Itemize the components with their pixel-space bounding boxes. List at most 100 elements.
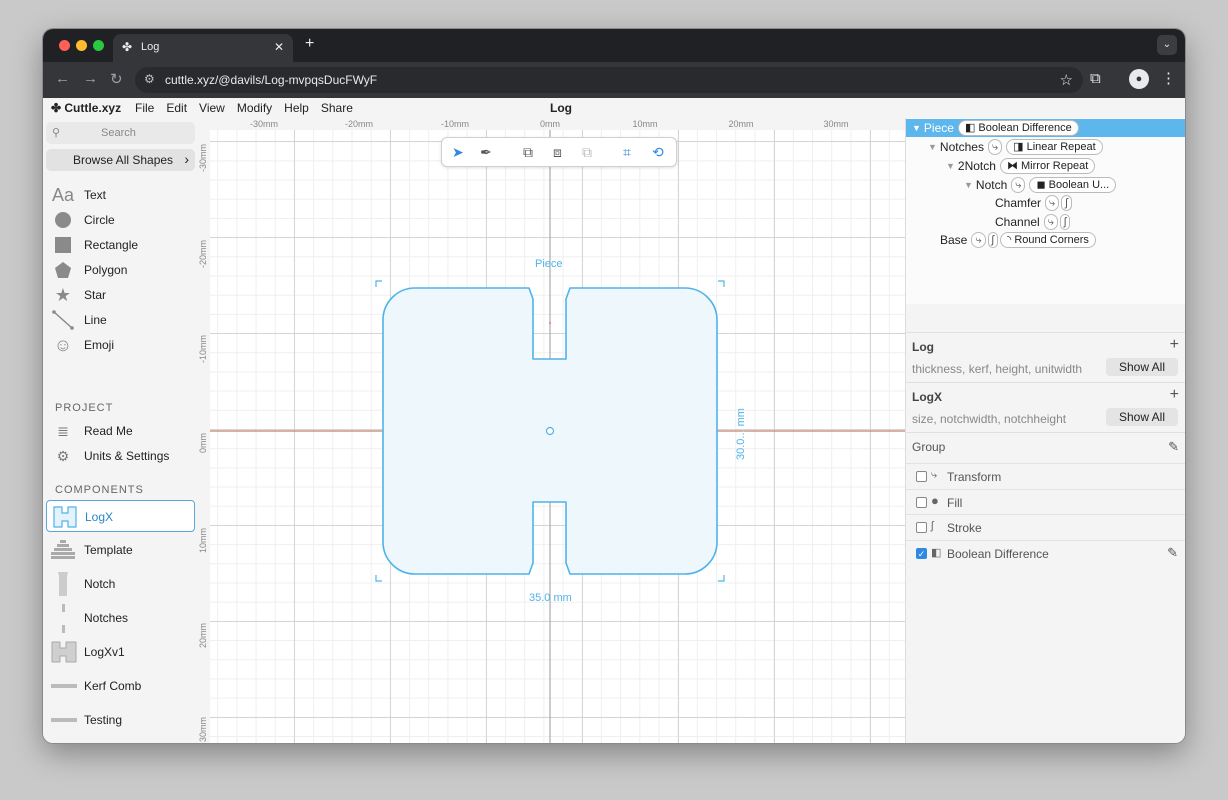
menu-share[interactable]: Share: [321, 101, 353, 115]
chevron-right-icon: ›: [184, 151, 189, 167]
project-item-units-settings[interactable]: ⚙ Units & Settings: [51, 445, 191, 467]
tab-title: Log: [141, 41, 160, 53]
transform-pill-icon[interactable]: ⤷: [1045, 195, 1060, 211]
pen-tool-icon[interactable]: ✒: [480, 144, 492, 161]
transform-pill-icon[interactable]: ⤷: [987, 139, 1003, 155]
property-transform[interactable]: ⤷ Transform: [906, 463, 1185, 488]
tree-row-channel[interactable]: Channel ⤷ ʃ: [995, 213, 1071, 231]
menu-help[interactable]: Help: [284, 101, 309, 115]
tab-search-button[interactable]: ⌄: [1157, 35, 1177, 55]
add-parameter-icon[interactable]: +: [1170, 386, 1179, 404]
address-bar-row: ← → ↻ ⚙ cuttle.xyz/@davils/Log-mvpqsDucF…: [43, 62, 1185, 98]
extensions-icon[interactable]: ⧉: [1090, 70, 1101, 87]
bookmark-star-icon[interactable]: ☆: [1060, 71, 1073, 89]
search-input[interactable]: ⚲ Search: [46, 122, 195, 144]
add-parameter-icon[interactable]: +: [1170, 336, 1179, 354]
menu-modify[interactable]: Modify: [237, 101, 272, 115]
component-notch[interactable]: Notch: [46, 568, 195, 600]
property-boolean-difference[interactable]: ✓ ◧ Boolean Difference ✎: [906, 540, 1185, 565]
ruler-tick-label: -10mm: [198, 334, 208, 363]
browse-all-shapes-button[interactable]: Browse All Shapes ›: [46, 149, 195, 171]
origin-handle[interactable]: [545, 426, 555, 436]
shape-item-polygon[interactable]: Polygon: [51, 259, 191, 281]
site-settings-icon[interactable]: ⚙: [144, 72, 155, 86]
arrange-icon[interactable]: ⧉: [582, 144, 592, 161]
group-section: Group ✎: [906, 432, 1185, 462]
transform-pill-icon[interactable]: ⤷: [971, 232, 986, 248]
stroke-checkbox[interactable]: [916, 522, 927, 533]
stroke-pill-icon[interactable]: ʃ: [1059, 214, 1071, 230]
new-tab-button[interactable]: +: [305, 35, 314, 53]
url-field[interactable]: ⚙ cuttle.xyz/@davils/Log-mvpqsDucFWyF ☆: [135, 67, 1083, 93]
round-corners-pill[interactable]: ◝ Round Corners: [999, 232, 1096, 248]
ruler-tick-label: 30mm: [823, 119, 849, 129]
profile-avatar-icon[interactable]: ●: [1129, 69, 1149, 89]
tree-row-2notch[interactable]: ▼ 2Notch ⧓ Mirror Repeat: [946, 157, 1096, 175]
menu-file[interactable]: File: [135, 101, 154, 115]
menu-edit[interactable]: Edit: [166, 101, 187, 115]
stroke-pill-icon[interactable]: ʃ: [987, 232, 998, 248]
close-window-button[interactable]: [59, 40, 70, 51]
back-icon[interactable]: ←: [55, 70, 70, 87]
send-backward-icon[interactable]: ⧈: [553, 144, 562, 161]
tree-row-notches[interactable]: ▼ Notches ⤷ ◨ Linear Repeat: [928, 138, 1103, 156]
shape-item-emoji[interactable]: ☺ Emoji: [51, 334, 191, 356]
browser-tab[interactable]: ✤ Log ✕: [113, 34, 293, 62]
property-stroke[interactable]: ʃ Stroke: [906, 514, 1185, 539]
caret-down-icon[interactable]: ▼: [912, 123, 921, 133]
transform-pill-icon[interactable]: ⤷: [1043, 214, 1058, 230]
transform-checkbox[interactable]: [916, 471, 927, 482]
shape-tree: ▼ Piece ◧ Boolean Difference ▼ Notches ⤷…: [906, 118, 1185, 304]
snap-grid-icon[interactable]: ⌗: [623, 144, 631, 161]
browser-menu-icon[interactable]: ⋮: [1161, 69, 1176, 87]
pill-label: Round Corners: [1014, 234, 1089, 246]
close-tab-icon[interactable]: ✕: [274, 40, 284, 54]
show-all-button[interactable]: Show All: [1106, 408, 1178, 426]
bring-forward-icon[interactable]: ⧉: [523, 144, 533, 161]
component-logx[interactable]: LogX: [46, 500, 195, 532]
ruler-left: -30mm -20mm -10mm 0mm 10mm 20mm 30mm: [198, 130, 210, 743]
app-logo[interactable]: ✤ Cuttle.xyz: [51, 101, 121, 115]
tree-row-notch[interactable]: ▼ Notch ⤷ ◼ Boolean U...: [964, 176, 1117, 194]
component-notches[interactable]: Notches: [46, 602, 195, 634]
shape-item-rectangle[interactable]: Rectangle: [51, 234, 191, 256]
fill-checkbox[interactable]: [916, 497, 927, 508]
mirror-repeat-pill[interactable]: ⧓ Mirror Repeat: [999, 158, 1096, 174]
pencil-icon[interactable]: ✎: [1167, 545, 1178, 561]
shape-item-star[interactable]: ★ Star: [51, 284, 191, 306]
menu-view[interactable]: View: [199, 101, 225, 115]
snap-point-icon[interactable]: ⟲: [652, 144, 664, 161]
transform-pill-icon[interactable]: ⤷: [1011, 177, 1026, 193]
shape-item-text[interactable]: Aa Text: [51, 184, 191, 206]
project-item-read-me[interactable]: ≣ Read Me: [51, 420, 191, 442]
linear-repeat-pill[interactable]: ◨ Linear Repeat: [1006, 139, 1103, 155]
cuttle-favicon-icon: ✤: [122, 40, 133, 54]
shape-item-circle[interactable]: Circle: [51, 209, 191, 231]
zoom-window-button[interactable]: [93, 40, 104, 51]
app-menubar: ✤ Cuttle.xyz File Edit View Modify Help …: [43, 98, 1185, 118]
boolean-difference-checkbox[interactable]: ✓: [916, 548, 927, 559]
caret-down-icon[interactable]: ▼: [946, 161, 955, 171]
document-title[interactable]: Log: [550, 101, 572, 115]
minimize-window-button[interactable]: [76, 40, 87, 51]
component-logxv1[interactable]: LogXv1: [46, 636, 195, 668]
component-kerf-comb[interactable]: Kerf Comb: [46, 670, 195, 702]
pencil-icon[interactable]: ✎: [1168, 439, 1179, 455]
shape-item-line[interactable]: Line: [51, 309, 191, 331]
caret-down-icon[interactable]: ▼: [964, 180, 973, 190]
boolean-union-pill[interactable]: ◼ Boolean U...: [1029, 177, 1117, 193]
stroke-pill-icon[interactable]: ʃ: [1061, 195, 1072, 211]
component-template[interactable]: Template: [46, 534, 195, 566]
component-testing[interactable]: Testing: [46, 704, 195, 736]
reload-icon[interactable]: ↻: [110, 70, 123, 88]
show-all-button[interactable]: Show All: [1106, 358, 1178, 376]
forward-icon[interactable]: →: [83, 70, 98, 87]
tree-row-chamfer[interactable]: Chamfer ⤷ ʃ: [995, 194, 1072, 212]
boolean-difference-pill[interactable]: ◧ Boolean Difference: [957, 120, 1079, 136]
property-fill[interactable]: ● Fill: [906, 489, 1185, 514]
select-tool-icon[interactable]: ➤: [452, 144, 464, 161]
design-canvas[interactable]: Piece 35.0 mm 30.0... mm: [198, 118, 905, 743]
tree-row-base[interactable]: Base ⤷ ʃ ◝ Round Corners: [940, 231, 1096, 249]
tree-row-piece[interactable]: ▼ Piece ◧ Boolean Difference: [906, 119, 1185, 137]
caret-down-icon[interactable]: ▼: [928, 142, 937, 152]
